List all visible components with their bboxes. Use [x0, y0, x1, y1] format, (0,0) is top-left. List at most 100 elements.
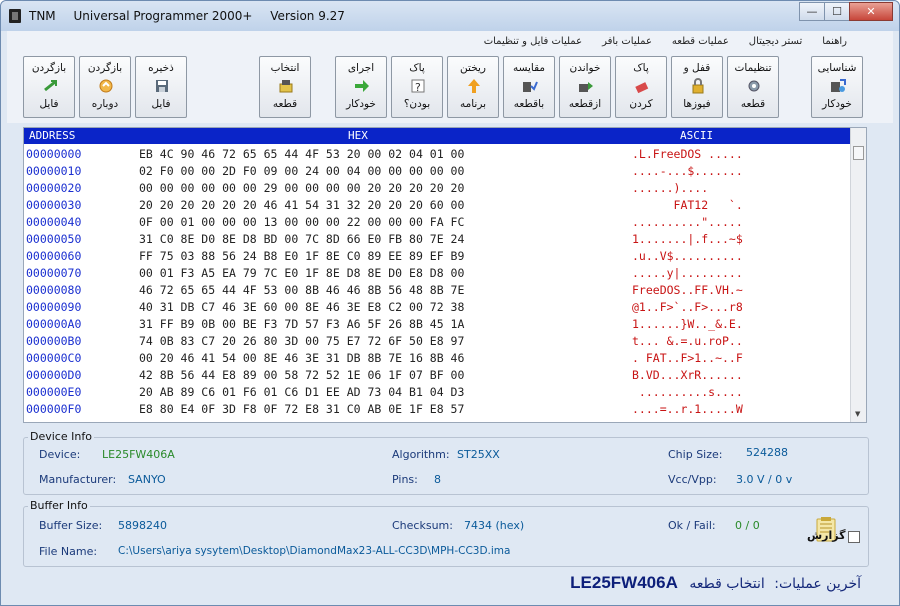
- menu-help[interactable]: راهنما: [818, 36, 853, 47]
- hex-row-address: 000000A0: [26, 317, 82, 331]
- hex-row-bytes: 20 AB 89 C6 01 F6 01 C6 D1 EE AD 73 04 B…: [139, 385, 465, 399]
- hex-row[interactable]: 00000050 31 C0 8E D0 8E D8 BD 00 7C 8D 66…: [24, 231, 852, 248]
- hex-row-address: 000000B0: [26, 334, 82, 348]
- save-file-button[interactable]: ذخیره فایل: [135, 56, 187, 118]
- hex-header: ADDRESS HEX ASCII: [24, 128, 852, 144]
- arrow-right-icon: [354, 78, 370, 94]
- hex-row-address: 000000C0: [26, 351, 82, 365]
- hex-editor[interactable]: ADDRESS HEX ASCII 00000000 EB 4C 90 46 72…: [23, 127, 867, 423]
- hex-header-address: ADDRESS: [29, 129, 76, 142]
- read-label-bottom: ازقطعه: [568, 98, 602, 110]
- hex-row-bytes: FF 75 03 88 56 24 B8 E0 1F 8E C0 89 EE 8…: [139, 249, 465, 263]
- maximize-button[interactable]: ☐: [824, 2, 850, 21]
- hex-row-bytes: 74 0B 83 C7 20 26 80 3D 00 75 E7 72 6F 5…: [139, 334, 465, 348]
- hex-row-address: 00000080: [26, 283, 82, 297]
- hex-row-address: 00000040: [26, 215, 82, 229]
- okfail-label: Ok / Fail:: [668, 519, 716, 532]
- reload-icon: [98, 78, 114, 94]
- erase-label-top: پاک: [633, 62, 649, 74]
- checksum-label: Checksum:: [392, 519, 453, 532]
- program-icon: [466, 78, 482, 94]
- hex-row-ascii: ......)....: [632, 181, 743, 195]
- hex-row-ascii: FAT12 `.: [632, 198, 743, 212]
- chipsize-value: 524288: [746, 446, 788, 459]
- hex-row-bytes: 42 8B 56 44 E8 89 00 58 72 52 1E 06 1F 0…: [139, 368, 465, 382]
- hex-row[interactable]: 000000B0 74 0B 83 C7 20 26 80 3D 00 75 E7…: [24, 333, 852, 350]
- hex-row[interactable]: 00000090 40 31 DB C7 46 3E 60 00 8E 46 3E…: [24, 299, 852, 316]
- scroll-down-icon[interactable]: ▼: [855, 410, 860, 418]
- auto-exec-label-bottom: خودکار: [346, 98, 376, 110]
- hex-row[interactable]: 00000040 0F 00 01 00 00 00 13 00 00 00 22…: [24, 214, 852, 231]
- hex-row[interactable]: 000000F0 E8 80 E4 0F 3D F8 0F 72 E8 31 C0…: [24, 401, 852, 418]
- hex-row[interactable]: 00000060 FF 75 03 88 56 24 B8 E0 1F 8E C0…: [24, 248, 852, 265]
- hex-row-address: 00000030: [26, 198, 82, 212]
- save-icon: [154, 78, 170, 94]
- hex-row-ascii: ....-...$.......: [632, 164, 743, 178]
- verify-button[interactable]: مقایسه باقطعه: [503, 56, 555, 118]
- hex-row-bytes: EB 4C 90 46 72 65 65 44 4F 53 20 00 02 0…: [139, 147, 465, 161]
- status-chip-name: LE25FW406A: [570, 573, 678, 592]
- hex-row-bytes: 40 31 DB C7 46 3E 60 00 8E 46 3E E8 C2 0…: [139, 300, 465, 314]
- menu-buffer-operations[interactable]: عملیات بافر: [598, 36, 658, 47]
- report-label: گزارش: [807, 529, 846, 542]
- hex-row-address: 00000000: [26, 147, 82, 161]
- select-chip-button[interactable]: انتخاب قطعه: [259, 56, 311, 118]
- hex-row[interactable]: 000000C0 00 20 46 41 54 00 8E 46 3E 31 DB…: [24, 350, 852, 367]
- blank-check-icon: ?: [410, 78, 426, 94]
- chip-settings-button[interactable]: تنظیمات قطعه: [727, 56, 779, 118]
- lock-fuses-label-bottom: فیوزها: [683, 98, 711, 110]
- hex-header-ascii: ASCII: [680, 129, 714, 142]
- device-label: Device:: [39, 448, 81, 461]
- read-label-top: خواندن: [569, 62, 601, 74]
- minimize-button[interactable]: —: [799, 2, 825, 21]
- auto-detect-label-bottom: خودکار: [822, 98, 852, 110]
- hex-row[interactable]: 000000E0 20 AB 89 C6 01 F6 01 C6 D1 EE AD…: [24, 384, 852, 401]
- hex-row[interactable]: 00000030 20 20 20 20 20 20 46 41 54 31 32…: [24, 197, 852, 214]
- app-version: Version 9.27: [270, 9, 345, 23]
- hex-row[interactable]: 000000D0 42 8B 56 44 E8 89 00 58 72 52 1E…: [24, 367, 852, 384]
- device-info-panel: Device Info: [23, 430, 869, 495]
- reload-file-button[interactable]: بازگردن فایل: [23, 56, 75, 118]
- reload-again-label-bottom: دوباره: [91, 98, 119, 110]
- hex-row[interactable]: 00000020 00 00 00 00 00 00 29 00 00 00 00…: [24, 180, 852, 197]
- hex-row-ascii: t... &.=.u.roP..: [632, 334, 743, 348]
- hex-row-address: 00000010: [26, 164, 82, 178]
- hex-row[interactable]: 000000A0 31 FF B9 0B 00 BE F3 7D 57 F3 A6…: [24, 316, 852, 333]
- hex-row-address: 000000D0: [26, 368, 82, 382]
- title-bar[interactable]: TNM Universal Programmer 2000+ Version 9…: [1, 1, 899, 31]
- select-chip-label-bottom: قطعه: [272, 98, 298, 110]
- buffer-info-panel: Buffer Info: [23, 499, 869, 567]
- hex-row-bytes: 20 20 20 20 20 20 46 41 54 31 32 20 20 2…: [139, 198, 465, 212]
- auto-exec-button[interactable]: اجرای خودکار: [335, 56, 387, 118]
- program-button[interactable]: ریختن برنامه: [447, 56, 499, 118]
- detect-icon: [830, 78, 846, 94]
- read-button[interactable]: خواندن ازقطعه: [559, 56, 611, 118]
- auto-detect-button[interactable]: شناسایی خودکار: [811, 56, 863, 118]
- device-info-legend: Device Info: [28, 430, 94, 443]
- scrollbar-thumb[interactable]: [853, 146, 864, 160]
- menu-chip-operations[interactable]: عملیات قطعه: [668, 36, 735, 47]
- menu-file-settings[interactable]: عملیات فایل و تنظیمات: [480, 36, 588, 47]
- erase-button[interactable]: پاک کردن: [615, 56, 667, 118]
- report-checkbox[interactable]: [848, 531, 860, 543]
- hex-row[interactable]: 00000080 46 72 65 65 44 4F 53 00 8B 46 46…: [24, 282, 852, 299]
- hex-row-ascii: FreeDOS..FF.VH.~: [632, 283, 743, 297]
- blank-check-button[interactable]: پاک? بودن؟: [391, 56, 443, 118]
- lock-fuses-button[interactable]: قفل و فیوزها: [671, 56, 723, 118]
- close-button[interactable]: ✕: [849, 2, 893, 21]
- hex-row[interactable]: 00000070 00 01 F3 A5 EA 79 7C E0 1F 8E D8…: [24, 265, 852, 282]
- hex-row-address: 00000050: [26, 232, 82, 246]
- hex-scrollbar[interactable]: ▼: [850, 128, 866, 422]
- reload-again-button[interactable]: بازگردن دوباره: [79, 56, 131, 118]
- status-bar: آخرین عملیات: انتخاب قطعه LE25FW406A: [521, 573, 861, 595]
- last-operation-value: انتخاب قطعه: [689, 576, 765, 592]
- erase-icon: [634, 78, 650, 94]
- buffer-size-value: 5898240: [118, 519, 167, 532]
- chip-settings-label-top: تنظیمات: [734, 62, 772, 74]
- verify-label-bottom: باقطعه: [513, 98, 545, 110]
- hex-row[interactable]: 00000010 02 F0 00 00 2D F0 09 00 24 00 04…: [24, 163, 852, 180]
- hex-row-address: 00000090: [26, 300, 82, 314]
- hex-row[interactable]: 00000000 EB 4C 90 46 72 65 65 44 4F 53 20…: [24, 146, 852, 163]
- menu-digital-tester[interactable]: تستر دیجیتال: [745, 36, 808, 47]
- hex-row-address: 00000070: [26, 266, 82, 280]
